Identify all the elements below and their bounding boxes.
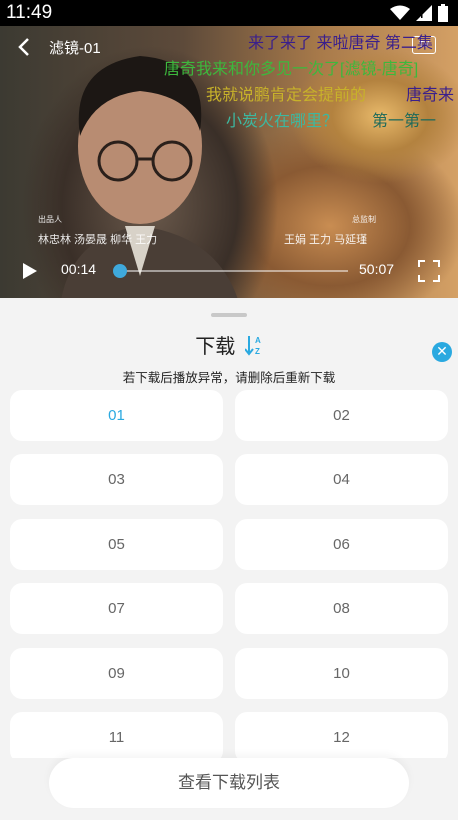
episode-button[interactable]: 01 xyxy=(10,390,223,441)
danmaku-item: 唐奇我来和你多见一次了[滤镜-唐奇] xyxy=(164,61,419,78)
video-player[interactable]: 滤镜-01 TV 来了来了 来啦唐奇 第二集 唐奇我来和你多见一次了[滤镜-唐奇… xyxy=(0,26,458,298)
episode-button[interactable]: 04 xyxy=(235,454,448,505)
view-download-list-button[interactable]: 查看下载列表 xyxy=(49,758,409,808)
danmaku-item: 我就说鹏肯定会提前的 xyxy=(206,87,367,104)
episode-button[interactable]: 10 xyxy=(235,648,448,699)
battery-icon xyxy=(438,4,448,22)
episode-button[interactable]: 07 xyxy=(10,583,223,634)
danmaku-item: 唐奇来 xyxy=(406,87,455,104)
status-bar: 11:49 xyxy=(0,0,458,26)
episode-button[interactable]: 06 xyxy=(235,519,448,570)
back-icon[interactable] xyxy=(14,36,36,58)
video-title: 滤镜-01 xyxy=(49,40,101,57)
episode-button[interactable]: 12 xyxy=(235,712,448,758)
seek-knob[interactable] xyxy=(113,264,128,278)
danmaku-item: 来了来了 来啦唐奇 第二集 xyxy=(248,35,433,52)
episode-button[interactable]: 05 xyxy=(10,519,223,570)
play-icon[interactable] xyxy=(22,262,38,280)
wifi-icon xyxy=(390,5,410,20)
episode-button[interactable]: 08 xyxy=(235,583,448,634)
sheet-title: 下载 A Z xyxy=(0,330,458,362)
svg-text:A: A xyxy=(255,336,261,345)
player-controls: 00:14 50:07 xyxy=(0,248,458,298)
credits-names: 林忠林 汤晏晟 柳华 王力 xyxy=(38,234,158,246)
credits-label: 出品人 xyxy=(38,215,62,224)
episode-button[interactable]: 09 xyxy=(10,648,223,699)
episode-button[interactable]: 11 xyxy=(10,712,223,758)
close-icon[interactable]: ✕ xyxy=(432,342,452,362)
signal-icon xyxy=(416,5,432,21)
danmaku-item: 小炭火在哪里？ xyxy=(226,113,339,130)
status-time: 11:49 xyxy=(6,2,53,23)
download-hint: 若下载后播放异常，请删除后重新下载 xyxy=(122,371,336,385)
credits-names: 王娟 王力 马延瑾 xyxy=(284,234,368,246)
download-sheet: 下载 A Z ✕ 若下载后播放异常，请删除后重新下载 01 02 03 04 0… xyxy=(0,300,458,820)
fullscreen-icon[interactable] xyxy=(418,260,440,282)
sheet-drag-handle[interactable] xyxy=(211,313,247,317)
svg-text:Z: Z xyxy=(255,347,260,356)
danmaku-item: 第一第一 xyxy=(372,113,437,130)
current-time: 00:14 xyxy=(61,261,97,277)
duration: 50:07 xyxy=(359,261,395,277)
sheet-title-text: 下载 xyxy=(195,336,236,358)
episode-grid: 01 02 03 04 05 06 07 08 09 10 11 12 xyxy=(10,390,448,758)
seek-bar[interactable] xyxy=(113,264,348,278)
episode-button[interactable]: 02 xyxy=(235,390,448,441)
episode-button[interactable]: 03 xyxy=(10,454,223,505)
status-icons xyxy=(390,4,448,22)
sort-icon[interactable]: A Z xyxy=(244,334,263,362)
credits-label: 总监制 xyxy=(352,215,376,224)
